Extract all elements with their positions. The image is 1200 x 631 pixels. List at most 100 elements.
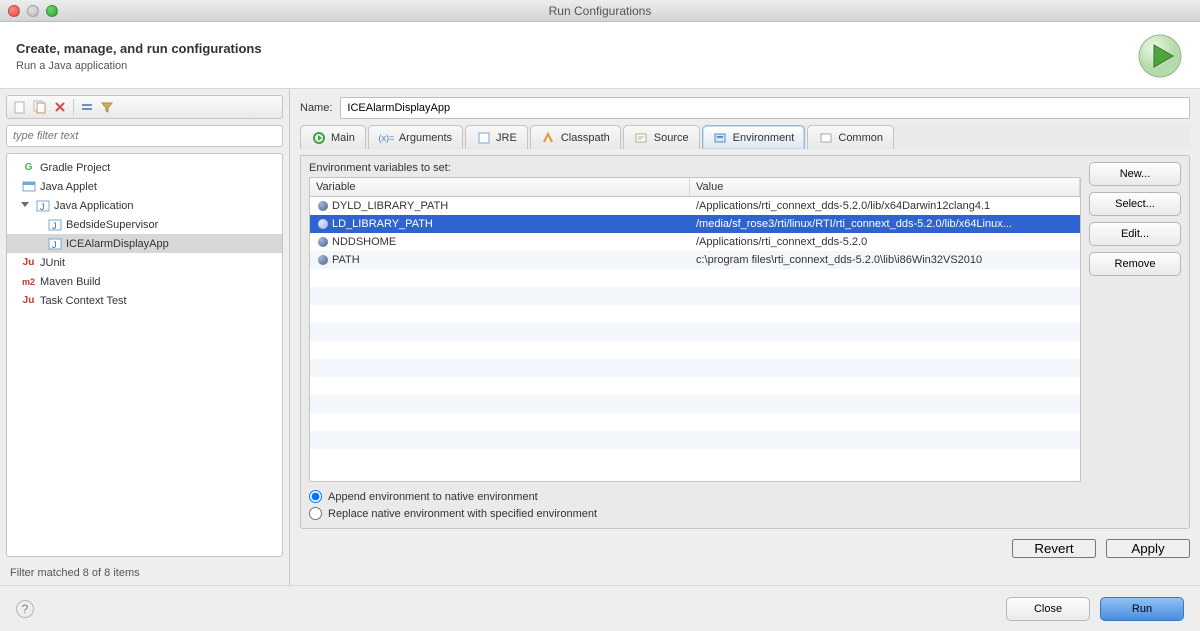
env-row[interactable]: LD_LIBRARY_PATH /media/sf_rose3/rti/linu… (310, 215, 1080, 233)
apply-button[interactable]: Apply (1106, 539, 1190, 558)
config-tree[interactable]: G Gradle Project Java Applet J Java Appl… (6, 153, 283, 557)
args-icon: (x)= (379, 130, 394, 145)
environment-panel: Environment variables to set: Variable V… (300, 155, 1190, 529)
java-run-icon: J (47, 236, 62, 251)
tree-item-junit[interactable]: Ju JUnit (7, 253, 282, 272)
filter-input[interactable] (6, 125, 283, 147)
tab-main[interactable]: Main (300, 125, 366, 149)
tab-label: Environment (733, 132, 795, 144)
delete-config-icon[interactable] (53, 100, 67, 114)
header-subtitle: Run a Java application (16, 60, 262, 72)
radio-replace-environment[interactable]: Replace native environment with specifie… (309, 507, 1081, 520)
tab-label: Arguments (399, 132, 452, 144)
right-pane: Name: Main (x)= Arguments JRE Classpath (290, 89, 1200, 585)
edit-env-button[interactable]: Edit... (1089, 222, 1181, 246)
env-row-empty: .. (310, 413, 1080, 431)
env-row-empty: .. (310, 269, 1080, 287)
window-title: Run Configurations (0, 4, 1200, 18)
jre-icon (476, 130, 491, 145)
env-row-empty: .. (310, 287, 1080, 305)
common-icon (818, 130, 833, 145)
svg-text:J: J (52, 240, 57, 250)
tree-item-gradle-project[interactable]: G Gradle Project (7, 158, 282, 177)
collapse-all-icon[interactable] (80, 100, 94, 114)
tab-jre[interactable]: JRE (465, 125, 528, 149)
env-var-value: /media/sf_rose3/rti/linux/RTI/rti_connex… (690, 218, 1080, 230)
tree-item-task-context-test[interactable]: Ju Task Context Test (7, 291, 282, 310)
left-pane: G Gradle Project Java Applet J Java Appl… (0, 89, 290, 585)
tree-item-java-application[interactable]: J Java Application (7, 196, 282, 215)
tree-item-java-applet[interactable]: Java Applet (7, 177, 282, 196)
tree-label: Task Context Test (40, 295, 127, 307)
env-row-empty: .. (310, 449, 1080, 467)
tree-item-ice-alarm-display-app[interactable]: J ICEAlarmDisplayApp (7, 234, 282, 253)
new-config-icon[interactable] (13, 100, 27, 114)
env-row-empty: .. (310, 395, 1080, 413)
duplicate-config-icon[interactable] (33, 100, 47, 114)
config-tabs: Main (x)= Arguments JRE Classpath Source… (300, 125, 1190, 149)
env-row-empty: .. (310, 377, 1080, 395)
dialog-header: Create, manage, and run configurations R… (0, 22, 1200, 89)
tree-item-bedside-supervisor[interactable]: J BedsideSupervisor (7, 215, 282, 234)
play-icon (311, 130, 326, 145)
env-bullet-icon (318, 201, 328, 211)
env-table[interactable]: Variable Value DYLD_LIBRARY_PATH /Applic… (309, 177, 1081, 482)
env-bullet-icon (318, 255, 328, 265)
env-row-empty: .. (310, 359, 1080, 377)
gradle-icon: G (21, 160, 36, 175)
tree-item-maven-build[interactable]: m2 Maven Build (7, 272, 282, 291)
source-icon (634, 130, 649, 145)
tree-label: Java Applet (40, 181, 97, 193)
applet-icon (21, 179, 36, 194)
run-button[interactable]: Run (1100, 597, 1184, 621)
config-name-input[interactable] (340, 97, 1190, 119)
tab-arguments[interactable]: (x)= Arguments (368, 125, 463, 149)
help-icon[interactable]: ? (16, 600, 34, 618)
header-title: Create, manage, and run configurations (16, 41, 262, 56)
env-section-label: Environment variables to set: (309, 162, 1081, 174)
remove-env-button[interactable]: Remove (1089, 252, 1181, 276)
close-button[interactable]: Close (1006, 597, 1090, 621)
classpath-icon (541, 130, 556, 145)
radio-label: Append environment to native environment (328, 491, 538, 503)
left-toolbar (6, 95, 283, 119)
radio-append-environment[interactable]: Append environment to native environment (309, 490, 1081, 503)
tab-source[interactable]: Source (623, 125, 700, 149)
tree-label: ICEAlarmDisplayApp (66, 238, 169, 250)
new-env-button[interactable]: New... (1089, 162, 1181, 186)
tab-common[interactable]: Common (807, 125, 894, 149)
filter-status: Filter matched 8 of 8 items (6, 563, 283, 579)
env-var-value: /Applications/rti_connext_dds-5.2.0 (690, 236, 1080, 248)
env-bullet-icon (318, 237, 328, 247)
tree-label: JUnit (40, 257, 65, 269)
tree-label: Java Application (54, 200, 134, 212)
dialog-footer: ? Close Run (0, 585, 1200, 631)
tab-label: Classpath (561, 132, 610, 144)
env-row[interactable]: PATH c:\program files\rti_connext_dds-5.… (310, 251, 1080, 269)
tab-label: JRE (496, 132, 517, 144)
col-value[interactable]: Value (690, 178, 1080, 196)
filter-dropdown-icon[interactable] (100, 100, 114, 114)
revert-button[interactable]: Revert (1012, 539, 1096, 558)
env-table-header: Variable Value (310, 178, 1080, 197)
radio-label: Replace native environment with specifie… (328, 508, 597, 520)
env-bullet-icon (318, 219, 328, 229)
radio-input[interactable] (309, 490, 322, 503)
env-row[interactable]: DYLD_LIBRARY_PATH /Applications/rti_conn… (310, 197, 1080, 215)
col-variable[interactable]: Variable (310, 178, 690, 196)
environment-icon (713, 130, 728, 145)
env-row-empty: .. (310, 305, 1080, 323)
tab-label: Source (654, 132, 689, 144)
maven-icon: m2 (21, 274, 36, 289)
env-row[interactable]: NDDSHOME /Applications/rti_connext_dds-5… (310, 233, 1080, 251)
env-var-name: LD_LIBRARY_PATH (332, 218, 433, 230)
radio-input[interactable] (309, 507, 322, 520)
junit-icon: Ju (21, 293, 36, 308)
tab-label: Common (838, 132, 883, 144)
titlebar: Run Configurations (0, 0, 1200, 22)
select-env-button[interactable]: Select... (1089, 192, 1181, 216)
name-label: Name: (300, 102, 332, 114)
tab-classpath[interactable]: Classpath (530, 125, 621, 149)
tab-environment[interactable]: Environment (702, 125, 806, 149)
tree-label: BedsideSupervisor (66, 219, 158, 231)
